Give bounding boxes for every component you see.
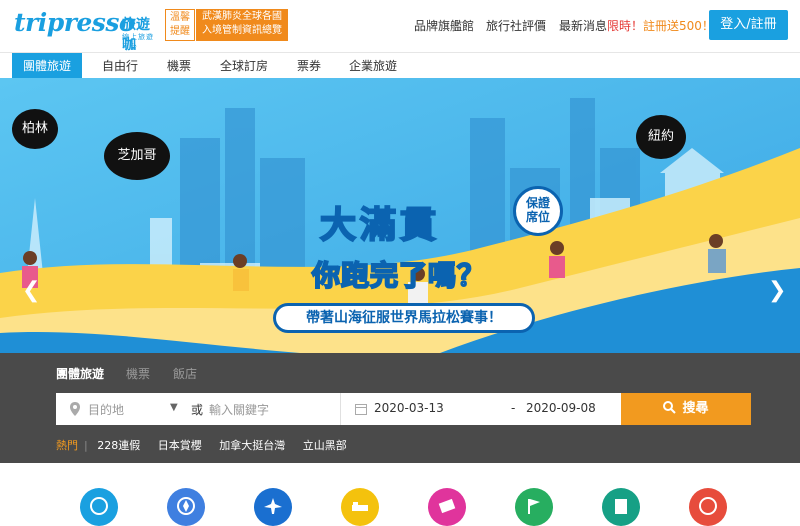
search-tab-flights[interactable]: 機票 xyxy=(126,365,150,382)
banner-subheadline: 你跑完了嗎？ xyxy=(311,258,487,293)
alert-tag-text: 溫馨 提醒 xyxy=(170,12,190,37)
calendar-icon xyxy=(355,404,367,415)
search-panel: 團體旅遊 機票 飯店 目的地 ▼ 或 輸入關鍵字 2020-03-13 - 20… xyxy=(0,353,800,463)
chevron-down-icon[interactable]: ▼ xyxy=(170,402,178,413)
airplane-icon[interactable] xyxy=(254,488,292,526)
coin-icon[interactable] xyxy=(689,488,727,526)
promo-prefix: 最新消息 xyxy=(559,19,608,33)
alert-tag: 溫馨 提醒 xyxy=(165,9,195,41)
or-label: 或 xyxy=(191,403,204,417)
chevron-right-icon[interactable]: ❯ xyxy=(768,278,786,303)
search-tab-group-tour[interactable]: 團體旅遊 xyxy=(56,365,104,382)
nav-agency-reviews[interactable]: 旅行社評價 xyxy=(486,17,546,34)
tab-group-tour[interactable]: 團體旅遊 xyxy=(12,53,82,79)
hot-keyword[interactable]: 立山黑部 xyxy=(303,439,347,452)
date-range-field[interactable]: 2020-03-13 - 2020-09-08 xyxy=(340,393,621,425)
hot-keyword[interactable]: 228連假 xyxy=(97,439,140,452)
hot-keywords: 熱門 | 228連假 日本賞櫻 加拿大挺台灣 立山黑部 xyxy=(56,437,361,453)
city-bubble-chicago: 芝加哥 xyxy=(104,132,170,180)
globe-icon[interactable] xyxy=(80,488,118,526)
nav-brand-store[interactable]: 品牌旗艦館 xyxy=(414,17,474,34)
destination-keyword-field: 目的地 ▼ 或 輸入關鍵字 xyxy=(56,393,340,425)
stamp-text: 保證 席位 xyxy=(525,196,550,224)
search-button-label: 搜尋 xyxy=(682,401,709,416)
date-from[interactable]: 2020-03-13 xyxy=(374,401,444,415)
book-icon[interactable] xyxy=(602,488,640,526)
destination-select[interactable]: 目的地 xyxy=(88,401,124,418)
banner-headline: 大滿貫 xyxy=(319,204,441,247)
login-register-button[interactable]: 登入/註冊 xyxy=(709,10,788,40)
flag-icon[interactable] xyxy=(515,488,553,526)
city-bubble-newyork: 紐約 xyxy=(636,115,686,159)
chevron-left-icon[interactable]: ❮ xyxy=(22,278,40,303)
nav-latest-news[interactable]: 最新消息限時！註冊送500！ xyxy=(559,17,714,34)
hot-divider: | xyxy=(84,439,88,452)
compass-icon[interactable] xyxy=(167,488,205,526)
bed-icon[interactable] xyxy=(341,488,379,526)
guaranteed-seat-stamp: 保證 席位 xyxy=(513,186,563,236)
search-icon xyxy=(663,401,677,414)
hot-label: 熱門 xyxy=(56,439,78,452)
tab-tickets[interactable]: 票券 xyxy=(286,53,332,79)
hero-banner[interactable]: 柏林 芝加哥 紐約 大滿貫 你跑完了嗎？ 保證 席位 帶著山海征服世界馬拉松賽事… xyxy=(0,78,800,353)
covid-alert-link[interactable]: 武漢肺炎全球各國 入境管制資訊總覽 xyxy=(196,9,288,41)
logo-wordmark: tripresso xyxy=(14,8,136,37)
city-bubble-berlin: 柏林 xyxy=(12,109,58,149)
date-to[interactable]: 2020-09-08 xyxy=(526,401,596,415)
search-tab-hotels[interactable]: 飯店 xyxy=(173,365,197,382)
product-tabs: 團體旅遊 自由行 機票 全球訂房 票券 企業旅遊 xyxy=(0,52,800,79)
banner-tagline: 帶著山海征服世界馬拉松賽事！ xyxy=(273,303,535,333)
keyword-input[interactable]: 輸入關鍵字 xyxy=(209,401,269,418)
tab-flights[interactable]: 機票 xyxy=(156,53,202,79)
alert-text: 武漢肺炎全球各國 入境管制資訊總覽 xyxy=(202,11,282,36)
hot-keyword[interactable]: 加拿大挺台灣 xyxy=(219,439,285,452)
site-header: tripresso 旅遊咖 線上旅遊平台 溫馨 提醒 武漢肺炎全球各國 入境管制… xyxy=(0,0,800,53)
tab-corporate-travel[interactable]: 企業旅遊 xyxy=(342,53,404,79)
date-separator: - xyxy=(511,401,516,415)
location-pin-icon xyxy=(70,402,80,416)
ticket-icon[interactable] xyxy=(428,488,466,526)
promo-limited: 限時！ xyxy=(607,19,644,33)
logo-tagline: 線上旅遊平台 xyxy=(122,33,154,51)
tab-free-travel[interactable]: 自由行 xyxy=(92,53,148,79)
tab-hotels[interactable]: 全球訂房 xyxy=(214,53,274,79)
tripresso-logo[interactable]: tripresso 旅遊咖 線上旅遊平台 xyxy=(14,8,160,53)
promo-register-bonus: 註冊送500！ xyxy=(643,19,714,33)
hot-keyword[interactable]: 日本賞櫻 xyxy=(158,439,202,452)
search-button[interactable]: 搜尋 xyxy=(621,393,751,425)
